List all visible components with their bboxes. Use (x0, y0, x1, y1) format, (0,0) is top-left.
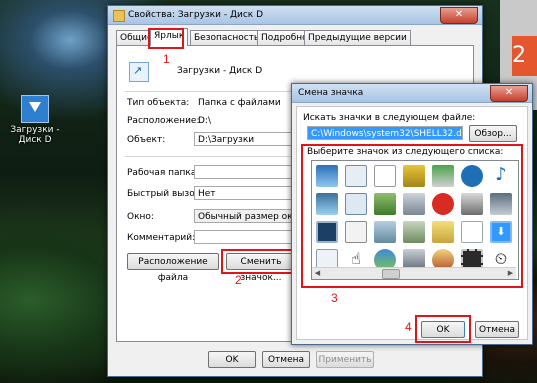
annotation-number-4: 4 (405, 320, 412, 334)
dialog-titlebar[interactable]: Смена значка ✕ (292, 84, 532, 103)
annotation-number-2: 2 (235, 273, 242, 287)
dialog-body: Искать значки в следующем файле: C:\Wind… (296, 106, 528, 343)
dialog-close-button[interactable]: ✕ (490, 85, 528, 102)
annotation-box-2 (221, 249, 301, 274)
tab-security[interactable]: Безопасность (190, 30, 264, 45)
window-label: Окно: (127, 212, 154, 222)
shortcut-name: Загрузки - Диск D (177, 66, 263, 76)
dialog-title: Смена значка (298, 88, 364, 98)
type-label: Тип объекта: (127, 98, 190, 108)
location-value: D:\ (198, 116, 211, 126)
file-location-button[interactable]: Расположение файла (127, 253, 219, 283)
change-icon-dialog: Смена значка ✕ Искать значки в следующем… (291, 83, 533, 345)
window-select-value: Обычный размер окна (198, 212, 305, 222)
type-value: Папка с файлами (198, 98, 281, 108)
properties-ok-button[interactable]: OK (208, 351, 256, 368)
browse-button[interactable]: Обзор... (469, 125, 517, 142)
properties-apply-button[interactable]: Применить (316, 351, 374, 368)
search-label: Искать значки в следующем файле: (303, 113, 476, 123)
object-label: Объект: (127, 135, 166, 145)
annotation-number-1: 1 (163, 52, 170, 66)
annotation-number-3: 3 (331, 291, 338, 305)
properties-title: Свойства: Загрузки - Диск D (128, 10, 263, 20)
close-button[interactable]: ✕ (440, 7, 478, 24)
tab-previous-versions[interactable]: Предыдущие версии (304, 30, 411, 45)
dialog-cancel-button[interactable]: Отмена (475, 321, 519, 338)
location-label: Расположение: (127, 116, 200, 126)
calendar-gadget-digit: 2 (512, 36, 537, 76)
hotkey-label: Быстрый вызов: (127, 189, 204, 199)
annotation-box-1 (148, 28, 184, 49)
comment-label: Комментарий: (127, 233, 196, 243)
desktop-shortcut-label: Загрузки - Диск D (10, 125, 60, 145)
annotation-box-4 (415, 315, 471, 343)
folder-shortcut-icon (21, 95, 49, 123)
shortcut-arrow-icon (129, 62, 149, 82)
folder-icon (113, 10, 125, 22)
workdir-label: Рабочая папка: (127, 168, 200, 178)
annotation-box-3 (301, 144, 523, 288)
properties-cancel-button[interactable]: Отмена (262, 351, 310, 368)
properties-titlebar[interactable]: Свойства: Загрузки - Диск D ✕ (108, 6, 482, 25)
desktop-shortcut[interactable]: Загрузки - Диск D (6, 95, 64, 145)
icon-file-input[interactable]: C:\Windows\system32\SHELL32.dll (307, 126, 463, 140)
